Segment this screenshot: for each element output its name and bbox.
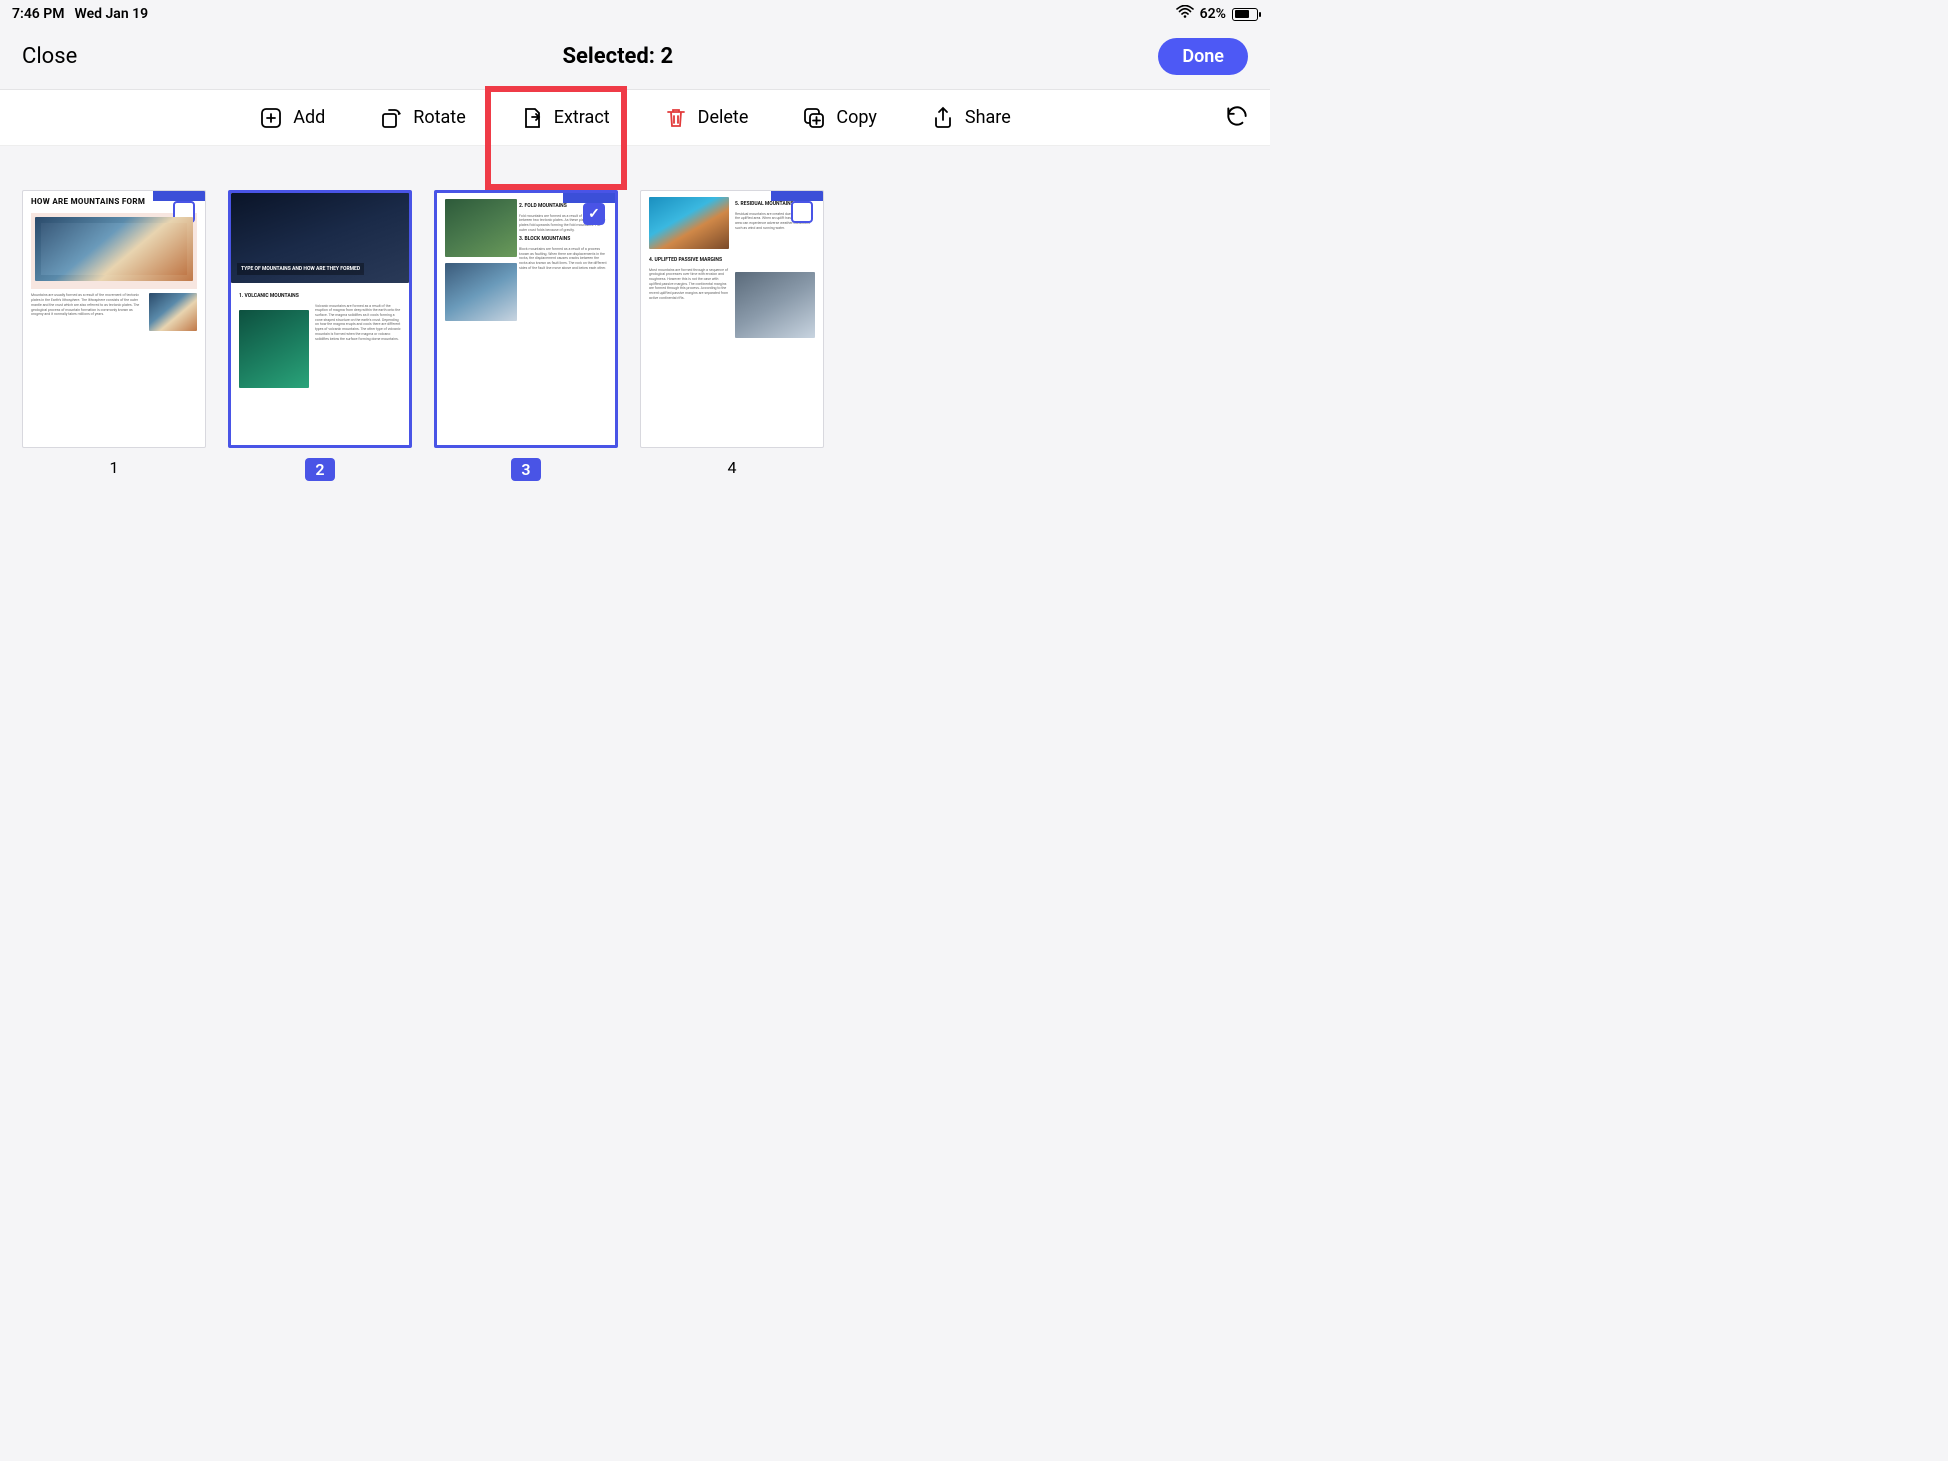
add-icon xyxy=(259,106,283,130)
page-number: 3 xyxy=(511,458,540,481)
page-number: 1 xyxy=(110,458,119,477)
page-thumbnail-4[interactable]: 5. RESIDUAL MOUNTAINS Residual mountains… xyxy=(640,190,824,448)
extract-label: Extract xyxy=(554,107,610,128)
thumb-image xyxy=(445,199,517,257)
extract-icon xyxy=(520,106,544,130)
page-number: 4 xyxy=(728,458,737,477)
thumb-image xyxy=(649,197,729,249)
thumb-image xyxy=(445,263,517,321)
undo-button[interactable] xyxy=(1224,103,1250,133)
delete-button[interactable]: Delete xyxy=(654,100,759,136)
thumb-image: TYPE OF MOUNTAINS AND HOW ARE THEY FORME… xyxy=(231,193,409,283)
extract-button[interactable]: Extract xyxy=(510,100,620,136)
thumb-subtitle: 1. VOLCANIC MOUNTAINS xyxy=(239,293,401,300)
page-item: HOW ARE MOUNTAINS FORM Mountains are usu… xyxy=(22,190,206,481)
thumb-image xyxy=(735,272,815,338)
thumb-subtitle: 3. BLOCK MOUNTAINS xyxy=(519,236,607,243)
share-button[interactable]: Share xyxy=(921,100,1021,136)
delete-label: Delete xyxy=(698,107,749,128)
rotate-button[interactable]: Rotate xyxy=(369,100,475,136)
rotate-label: Rotate xyxy=(413,107,465,128)
corner-tag xyxy=(153,191,205,201)
share-icon xyxy=(931,106,955,130)
wifi-icon xyxy=(1176,5,1194,23)
corner-tag xyxy=(563,193,615,203)
page-checkbox-4[interactable] xyxy=(791,201,813,223)
page-title: Selected: 2 xyxy=(563,44,674,69)
page-thumbnail-1[interactable]: HOW ARE MOUNTAINS FORM Mountains are usu… xyxy=(22,190,206,448)
thumb-caption: TYPE OF MOUNTAINS AND HOW ARE THEY FORME… xyxy=(237,263,364,275)
battery-icon xyxy=(1232,8,1258,21)
rotate-icon xyxy=(379,106,403,130)
copy-icon xyxy=(802,106,826,130)
corner-tag xyxy=(771,191,823,201)
battery-percent: 62% xyxy=(1200,6,1226,22)
add-button[interactable]: Add xyxy=(249,100,335,136)
thumb-subtitle: 4. UPLIFTED PASSIVE MARGINS xyxy=(649,257,815,264)
copy-button[interactable]: Copy xyxy=(792,100,887,136)
page-item: 5. RESIDUAL MOUNTAINS Residual mountains… xyxy=(640,190,824,481)
header-bar: Close Selected: 2 Done xyxy=(0,24,1270,90)
page-checkbox-3[interactable] xyxy=(583,203,605,225)
thumb-text: Block mountains are formed as a result o… xyxy=(519,247,607,271)
thumb-image xyxy=(239,310,309,388)
page-number: 2 xyxy=(305,458,334,481)
done-button[interactable]: Done xyxy=(1158,38,1248,75)
status-date: Wed Jan 19 xyxy=(75,6,149,22)
add-label: Add xyxy=(293,107,325,128)
toolbar: Add Rotate Extract Delete Copy Share xyxy=(0,90,1270,146)
page-thumbnail-3[interactable]: 2. FOLD MOUNTAINS Fold mountains are for… xyxy=(434,190,618,448)
copy-label: Copy xyxy=(836,107,877,128)
thumb-image xyxy=(35,217,193,281)
status-bar: 7:46 PM Wed Jan 19 62% xyxy=(0,0,1270,24)
trash-icon xyxy=(664,106,688,130)
page-item: 2. FOLD MOUNTAINS Fold mountains are for… xyxy=(434,190,618,481)
close-button[interactable]: Close xyxy=(22,44,77,69)
page-thumbnail-2[interactable]: TYPE OF MOUNTAINS AND HOW ARE THEY FORME… xyxy=(228,190,412,448)
share-label: Share xyxy=(965,107,1011,128)
thumb-image xyxy=(149,293,197,331)
undo-icon xyxy=(1224,103,1250,129)
status-time: 7:46 PM xyxy=(12,6,65,22)
page-item: TYPE OF MOUNTAINS AND HOW ARE THEY FORME… xyxy=(228,190,412,481)
pages-grid: HOW ARE MOUNTAINS FORM Mountains are usu… xyxy=(0,146,1270,525)
